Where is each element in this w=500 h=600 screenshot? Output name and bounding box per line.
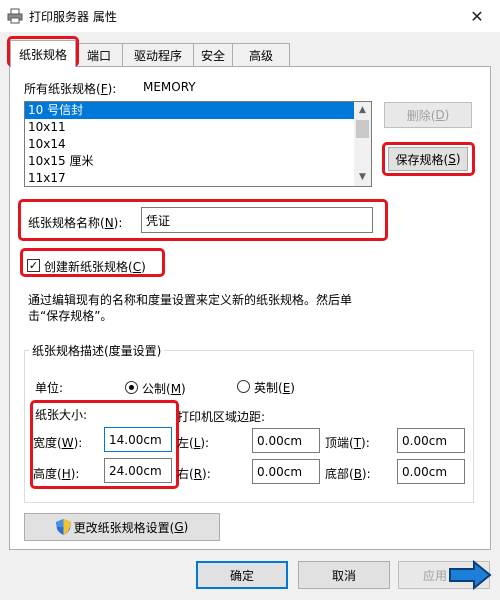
scroll-up-icon[interactable]: ▲ — [354, 102, 371, 119]
tab-forms[interactable]: 纸张规格 — [10, 40, 76, 67]
bottom-margin-input[interactable]: 0.00cm — [397, 459, 465, 484]
list-item[interactable]: 10 号信封 — [25, 102, 371, 119]
top-margin-input[interactable]: 0.00cm — [397, 428, 465, 453]
list-item[interactable]: 11x17 — [25, 170, 371, 186]
metric-label[interactable]: 公制(M) — [142, 380, 186, 397]
list-item[interactable]: 10x11 — [25, 119, 371, 136]
tab-security[interactable]: 安全 — [193, 43, 233, 66]
tab-drivers[interactable]: 驱动程序 — [122, 43, 194, 66]
close-button[interactable]: ✕ — [454, 0, 500, 32]
left-margin-input[interactable]: 0.00cm — [252, 428, 320, 453]
cancel-button[interactable]: 取消 — [298, 561, 390, 589]
bottom-margin-label: 底部(B): — [325, 467, 371, 481]
top-margin-label: 顶端(T): — [325, 436, 370, 450]
english-label[interactable]: 英制(E) — [254, 379, 295, 396]
list-item[interactable]: 10x15 厘米 — [25, 153, 371, 170]
scroll-thumb[interactable] — [356, 120, 369, 138]
radio-dot — [129, 385, 134, 390]
highlight-box — [18, 199, 388, 241]
window-title: 打印服务器 属性 — [29, 10, 117, 24]
listbox-scrollbar[interactable]: ▲ ▼ — [354, 102, 371, 186]
right-margin-input[interactable]: 0.00cm — [252, 459, 320, 484]
right-margin-label: 右(R): — [177, 467, 211, 481]
unit-label: 单位: — [35, 381, 64, 395]
list-item[interactable]: 10x14 — [25, 136, 371, 153]
close-icon: ✕ — [470, 6, 484, 26]
english-radio[interactable] — [237, 380, 250, 393]
shield-icon — [55, 519, 71, 535]
printer-icon — [7, 8, 23, 24]
title-bar: 打印服务器 属性 ✕ — [0, 0, 500, 32]
highlight-box — [20, 248, 165, 277]
highlight-box — [30, 400, 179, 489]
scroll-down-icon[interactable]: ▼ — [354, 169, 371, 186]
all-forms-label: 所有纸张规格(F): — [24, 82, 117, 96]
tab-advanced[interactable]: 高级 — [232, 43, 290, 66]
description-line-2: 击“保存规格”。 — [28, 309, 113, 323]
ok-button[interactable]: 确定 — [196, 561, 288, 589]
tab-ports[interactable]: 端口 — [75, 43, 123, 66]
description-line-1: 通过编辑现有的名称和度量设置来定义新的纸张规格。然后单 — [28, 293, 353, 307]
highlight-box — [382, 142, 475, 176]
group-title: 纸张规格描述(度量设置) — [29, 342, 165, 359]
forms-listbox[interactable]: 10 号信封 10x11 10x14 10x15 厘米 11x17 ▲ ▼ — [24, 101, 372, 187]
margins-label: 打印机区域边距: — [177, 410, 266, 424]
left-margin-label: 左(L): — [177, 436, 210, 450]
metric-radio[interactable] — [125, 381, 138, 394]
server-name: MEMORY — [143, 80, 196, 94]
delete-button[interactable]: 删除(D) — [384, 102, 472, 128]
change-form-settings-button[interactable]: 更改纸张规格设置(G) — [24, 513, 220, 541]
arrow-right-icon — [449, 560, 492, 590]
